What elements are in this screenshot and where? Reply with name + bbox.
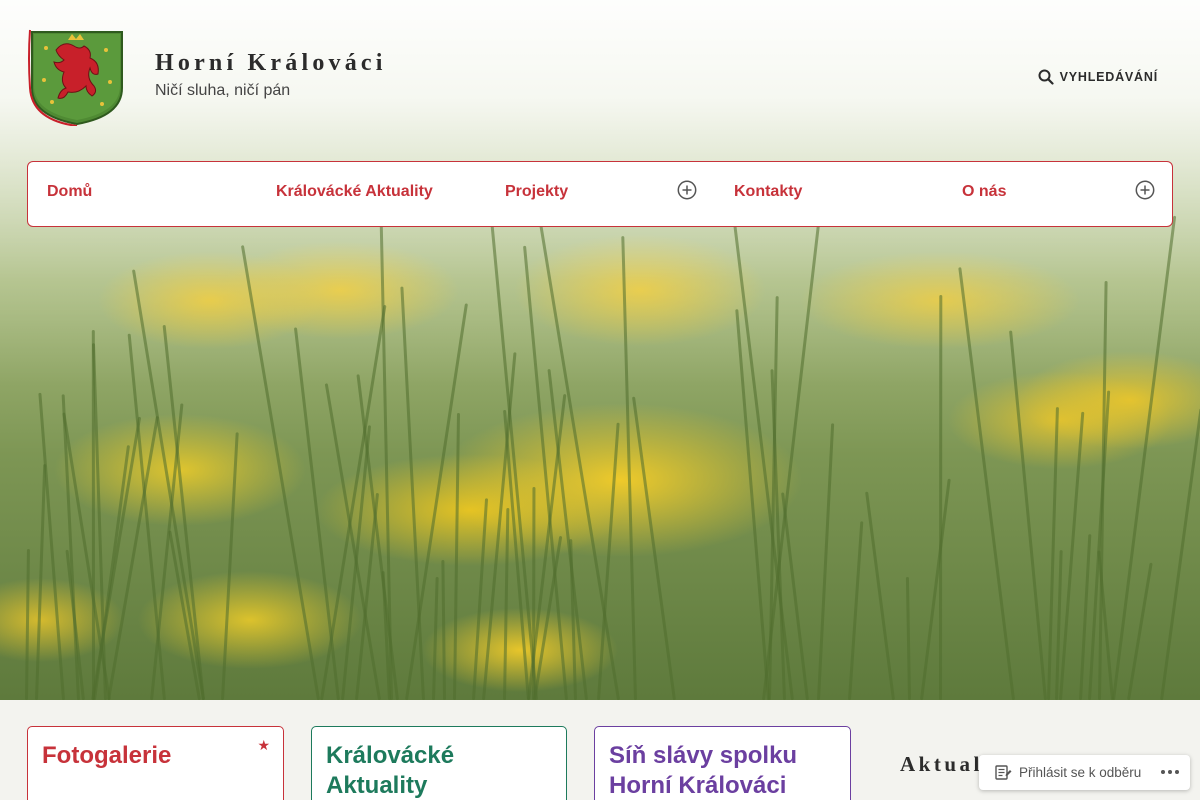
grass-blade — [958, 267, 1015, 700]
hero-meadow-image — [0, 0, 1200, 700]
grass-blade — [762, 206, 823, 700]
post-card-fotogalerie[interactable]: Fotogalerie ★ — [27, 726, 284, 800]
subscribe-button[interactable]: Přihlásit se k odběru — [995, 765, 1141, 780]
grass-blade — [1160, 408, 1200, 700]
search-button[interactable]: VYHLEDÁVÁNÍ — [1038, 69, 1158, 85]
site-tagline: Ničí sluha, ničí pán — [155, 82, 291, 99]
grass-blade — [405, 303, 469, 700]
grass-blade — [488, 207, 538, 700]
grass-blade — [503, 508, 510, 700]
reader-icon — [995, 765, 1012, 780]
grass-blade — [547, 369, 588, 700]
grass-blade — [864, 491, 895, 700]
grass-blade — [452, 412, 460, 700]
search-icon — [1038, 69, 1054, 85]
grass-blade — [597, 422, 620, 700]
grass-blade — [919, 478, 951, 700]
post-title[interactable]: Fotogalerie — [42, 741, 269, 771]
grass-blade — [293, 326, 340, 700]
grass-blade — [848, 521, 864, 700]
more-dots-icon[interactable] — [1160, 764, 1180, 780]
post-title[interactable]: Síň slávy spolku Horní Králováci — [609, 741, 836, 800]
grass-blade — [241, 245, 321, 700]
nav-item-o-nas[interactable]: O nás — [962, 183, 1006, 201]
follow-bar: Přihlásit se k odběru — [979, 755, 1190, 790]
projekty-submenu-toggle-icon[interactable] — [677, 180, 697, 200]
main-navigation: Domů Královácké Aktuality Projekty Konta… — [27, 161, 1173, 227]
grass-blade — [441, 560, 446, 700]
post-title[interactable]: Královácké Aktuality — [326, 741, 552, 800]
sticky-star-icon: ★ — [257, 737, 270, 753]
grass-blade — [1112, 215, 1177, 700]
grass-blade — [817, 423, 835, 700]
post-card-kralovacke-aktuality[interactable]: Královácké Aktuality — [311, 726, 567, 800]
post-card-sin-slavy[interactable]: Síň slávy spolku Horní Králováci — [594, 726, 851, 800]
grass-blade — [25, 548, 31, 700]
grass-blade — [1008, 330, 1047, 700]
grass-blade — [127, 333, 167, 700]
search-label: VYHLEDÁVÁNÍ — [1059, 70, 1158, 84]
grass-blade — [905, 576, 911, 700]
grass-blade — [631, 396, 676, 700]
nav-item-projekty[interactable]: Projekty — [505, 183, 568, 201]
grass-blade — [220, 432, 239, 700]
grass-blade — [431, 577, 439, 700]
nav-item-kontakty[interactable]: Kontakty — [734, 183, 802, 201]
grass-blade — [781, 491, 810, 700]
subscribe-label: Přihlásit se k odběru — [1019, 765, 1142, 780]
grass-blade — [35, 464, 47, 700]
nav-item-domu[interactable]: Domů — [47, 183, 92, 201]
grass-blade — [938, 294, 943, 700]
grass-blade — [482, 352, 517, 700]
nav-item-kralovacke-aktuality[interactable]: Královácké Aktuality — [276, 183, 433, 201]
grass-blade — [356, 374, 400, 700]
coat-of-arms-logo[interactable] — [26, 28, 128, 126]
o-nas-submenu-toggle-icon[interactable] — [1135, 180, 1155, 200]
grass-blade — [1126, 562, 1153, 700]
grass-blade — [400, 286, 426, 700]
grass-blade — [621, 235, 637, 700]
site-title[interactable]: Horní Králováci — [155, 50, 387, 77]
